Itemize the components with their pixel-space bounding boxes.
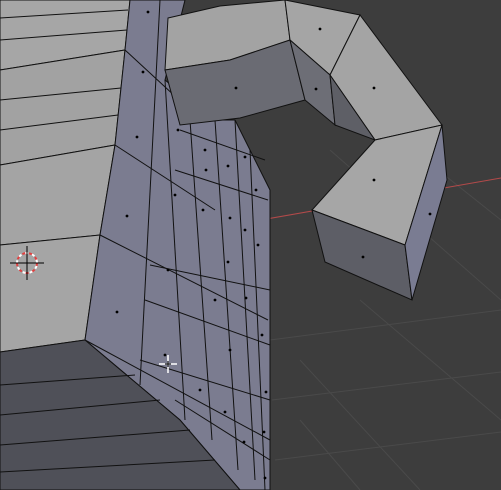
3d-cursor-icon[interactable] [10, 246, 44, 280]
mesh-scene[interactable] [0, 0, 501, 490]
3d-viewport[interactable] [0, 0, 501, 490]
mouse-crosshair-icon [159, 355, 177, 373]
